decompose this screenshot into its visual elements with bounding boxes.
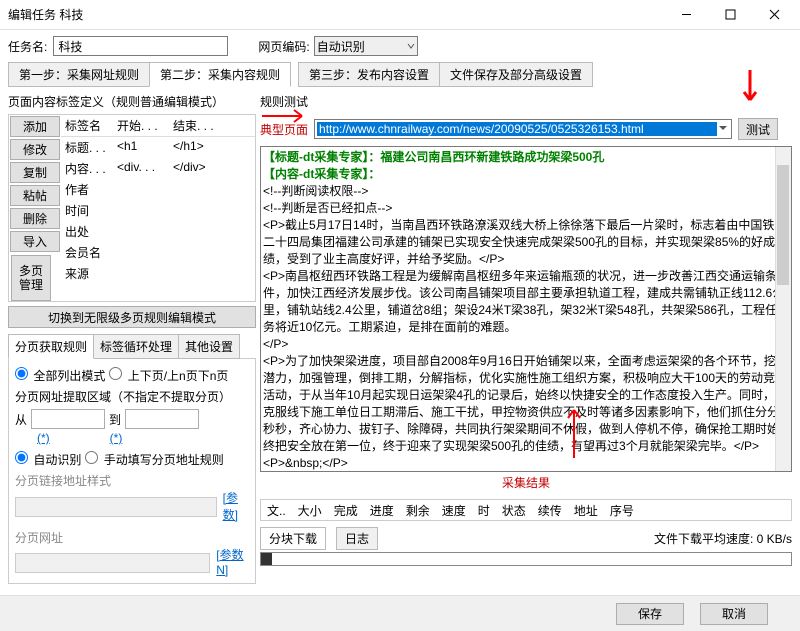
star-link-to[interactable]: (*) <box>110 431 123 445</box>
table-row[interactable]: 会员名 <box>61 242 255 263</box>
maximize-button[interactable] <box>708 0 752 30</box>
pageurl-label: 分页网址 <box>15 529 249 546</box>
download-progress <box>260 552 792 566</box>
subtab-tagloop[interactable]: 标签循环处理 <box>93 334 179 359</box>
tab-step3[interactable]: 第三步：发布内容设置 <box>298 62 440 87</box>
table-row[interactable]: 标题. . .<h1</h1> <box>61 137 255 158</box>
tag-table-header: 标签名 开始. . . 结束. . . <box>61 115 255 137</box>
table-row[interactable]: 出处 <box>61 221 255 242</box>
webencode-select[interactable]: 自动识别 <box>314 36 418 56</box>
tab-step1[interactable]: 第一步：采集网址规则 <box>8 62 150 87</box>
table-row[interactable]: 作者 <box>61 179 255 200</box>
window-title: 编辑任务 科技 <box>8 6 664 23</box>
ruletest-title: 规则测试 <box>260 91 792 112</box>
close-button[interactable] <box>752 0 796 30</box>
linkstyle-label: 分页链接地址样式 <box>15 472 249 489</box>
type-label: 典型页面 <box>260 121 308 138</box>
subtab-other[interactable]: 其他设置 <box>178 334 240 359</box>
paste-button[interactable]: 粘帖 <box>10 185 60 206</box>
from-input[interactable] <box>31 409 105 429</box>
test-button[interactable]: 测试 <box>738 118 778 140</box>
delete-button[interactable]: 删除 <box>10 208 60 229</box>
linkstyle-input <box>15 497 217 517</box>
radio-auto[interactable]: 自动识别 <box>15 451 81 468</box>
pageurl-input <box>15 553 210 573</box>
result-label: 采集结果 <box>260 474 792 491</box>
radio-manual[interactable]: 手动填写分页地址规则 <box>85 451 223 468</box>
chevron-down-icon <box>407 42 415 50</box>
star-link-from[interactable]: (*) <box>37 431 50 445</box>
scrollbar[interactable] <box>775 147 791 471</box>
add-button[interactable]: 添加 <box>10 116 60 137</box>
tagdef-title: 页面内容标签定义（规则普通编辑模式） <box>8 91 256 112</box>
radio-all-list[interactable]: 全部列出模式 <box>15 367 105 384</box>
cancel-button[interactable]: 取消 <box>700 603 768 625</box>
taskname-input[interactable] <box>53 36 228 56</box>
to-input[interactable] <box>125 409 199 429</box>
extract-area-label: 分页网址提取区域（不指定不提取分页） <box>15 388 249 405</box>
edit-button[interactable]: 修改 <box>10 139 60 160</box>
taskname-label: 任务名: <box>8 38 47 55</box>
tab-log[interactable]: 日志 <box>336 527 378 550</box>
tab-step2[interactable]: 第二步：采集内容规则 <box>149 62 291 87</box>
result-content[interactable]: 【标题-dt采集专家】：福建公司南昌西环新建铁路成功架梁500孔 【内容-dt采… <box>260 146 792 472</box>
multipage-button[interactable]: 多页 管理 <box>11 255 51 301</box>
save-button[interactable]: 保存 <box>616 603 684 625</box>
import-button[interactable]: 导入 <box>10 231 60 252</box>
minimize-button[interactable] <box>664 0 708 30</box>
paramN-link[interactable]: [参数N] <box>216 546 249 577</box>
param-link[interactable]: [参数] <box>223 489 249 523</box>
tab-blockdownload[interactable]: 分块下载 <box>260 527 326 550</box>
result-columns: 文..大小完成 进度剩余速度 时状态续传 地址序号 <box>260 499 792 521</box>
url-combo[interactable]: http://www.chnrailway.com/news/20090525/… <box>314 119 732 139</box>
subtab-pagerule[interactable]: 分页获取规则 <box>8 334 94 359</box>
webencode-label: 网页编码: <box>258 38 309 55</box>
table-row[interactable]: 内容. . .<div. . .</div> <box>61 158 255 179</box>
tab-step4[interactable]: 文件保存及部分高级设置 <box>439 62 593 87</box>
switch-mode-button[interactable]: 切换到无限级多页规则编辑模式 <box>8 306 256 328</box>
radio-updown[interactable]: 上下页/上n页下n页 <box>109 367 228 384</box>
table-row[interactable]: 来源 <box>61 263 255 284</box>
table-row[interactable]: 时间 <box>61 200 255 221</box>
copy-button[interactable]: 复制 <box>10 162 60 183</box>
